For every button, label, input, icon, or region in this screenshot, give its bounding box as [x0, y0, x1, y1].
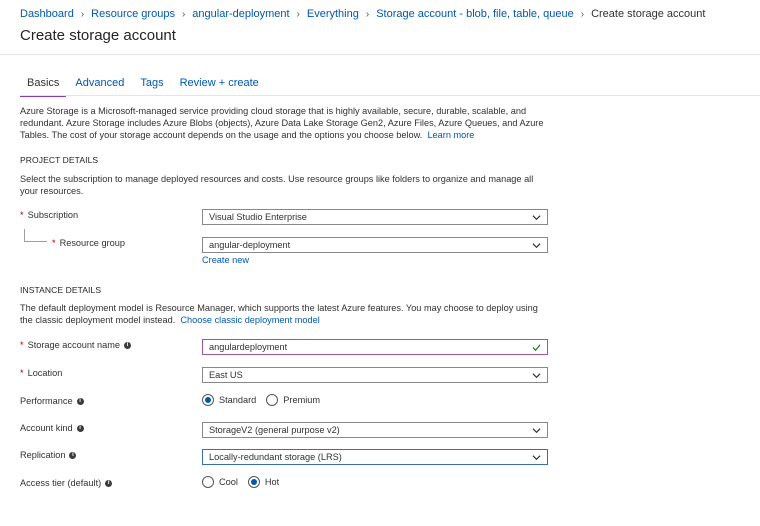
chevron-down-icon: [532, 215, 541, 221]
tab-tags[interactable]: Tags: [133, 77, 170, 97]
info-icon[interactable]: i: [124, 341, 132, 349]
radio-button[interactable]: [202, 476, 214, 488]
instance-details-heading: INSTANCE DETAILS: [20, 285, 102, 295]
performance-radio-group: Standard Premium: [202, 394, 330, 406]
access-tier-cool[interactable]: Cool: [202, 476, 238, 488]
breadcrumb: Dashboard › Resource groups › angular-de…: [20, 7, 705, 21]
tab-bar: Basics Advanced Tags Review + create: [20, 77, 268, 97]
account-kind-select[interactable]: StorageV2 (general purpose v2): [202, 422, 548, 438]
performance-standard[interactable]: Standard: [202, 394, 256, 406]
chevron-right-icon: ›: [580, 8, 585, 20]
subscription-select[interactable]: Visual Studio Enterprise: [202, 209, 548, 225]
tab-basics[interactable]: Basics: [20, 77, 67, 97]
instance-details-text: The default deployment model is Resource…: [20, 303, 538, 325]
chevron-down-icon: [532, 455, 541, 461]
radio-button[interactable]: [202, 394, 214, 406]
storage-name-input[interactable]: angulardeployment: [202, 339, 548, 355]
learn-more-link[interactable]: Learn more: [427, 130, 474, 140]
info-icon[interactable]: i: [105, 479, 113, 487]
breadcrumb-storage-account[interactable]: Storage account - blob, file, table, que…: [376, 8, 574, 20]
create-new-link[interactable]: Create new: [202, 255, 249, 265]
breadcrumb-resource-groups[interactable]: Resource groups: [91, 8, 175, 20]
info-icon[interactable]: i: [76, 397, 84, 405]
checkmark-icon: [532, 344, 541, 352]
divider: [0, 54, 760, 55]
chevron-down-icon: [532, 243, 541, 249]
divider: [20, 95, 760, 96]
chevron-right-icon: ›: [296, 8, 300, 20]
performance-premium[interactable]: Premium: [266, 394, 320, 406]
access-tier-label: Access tier (default) i: [20, 478, 113, 488]
classic-deployment-link[interactable]: Choose classic deployment model: [180, 315, 319, 325]
breadcrumb-angular-deployment[interactable]: angular-deployment: [192, 8, 289, 20]
replication-label: Replication i: [20, 450, 77, 460]
project-details-text: Select the subscription to manage deploy…: [20, 174, 534, 196]
project-details-heading: PROJECT DETAILS: [20, 155, 99, 165]
access-tier-hot[interactable]: Hot: [247, 476, 279, 488]
chevron-down-icon: [532, 428, 541, 434]
access-tier-radio-group: Cool Hot: [202, 476, 289, 488]
radio-button[interactable]: [247, 476, 260, 488]
tab-review-create[interactable]: Review + create: [173, 77, 266, 97]
breadcrumb-dashboard[interactable]: Dashboard: [20, 8, 74, 20]
page-title: Create storage account: [20, 27, 176, 44]
intro-text: Azure Storage is a Microsoft-managed ser…: [20, 106, 544, 140]
radio-button[interactable]: [266, 394, 279, 406]
breadcrumb-current: Create storage account: [591, 8, 706, 20]
chevron-right-icon: ›: [365, 8, 370, 20]
subscription-label: * Subscription: [20, 210, 79, 220]
resource-group-label: * Resource group: [52, 238, 125, 248]
performance-label: Performance i: [20, 396, 84, 406]
replication-select[interactable]: Locally-redundant storage (LRS): [202, 449, 548, 465]
breadcrumb-everything[interactable]: Everything: [307, 8, 359, 20]
chevron-right-icon: ›: [181, 8, 186, 20]
tab-advanced[interactable]: Advanced: [68, 77, 131, 97]
info-icon[interactable]: i: [76, 424, 84, 432]
location-select[interactable]: East US: [202, 367, 548, 383]
chevron-right-icon: ›: [80, 8, 85, 20]
storage-name-label: * Storage account name i: [20, 340, 132, 350]
tree-connector: [24, 229, 47, 242]
location-label: * Location: [20, 368, 63, 378]
info-icon[interactable]: i: [69, 451, 77, 459]
chevron-down-icon: [532, 373, 541, 379]
resource-group-select[interactable]: angular-deployment: [202, 237, 548, 253]
account-kind-label: Account kind i: [20, 423, 84, 433]
